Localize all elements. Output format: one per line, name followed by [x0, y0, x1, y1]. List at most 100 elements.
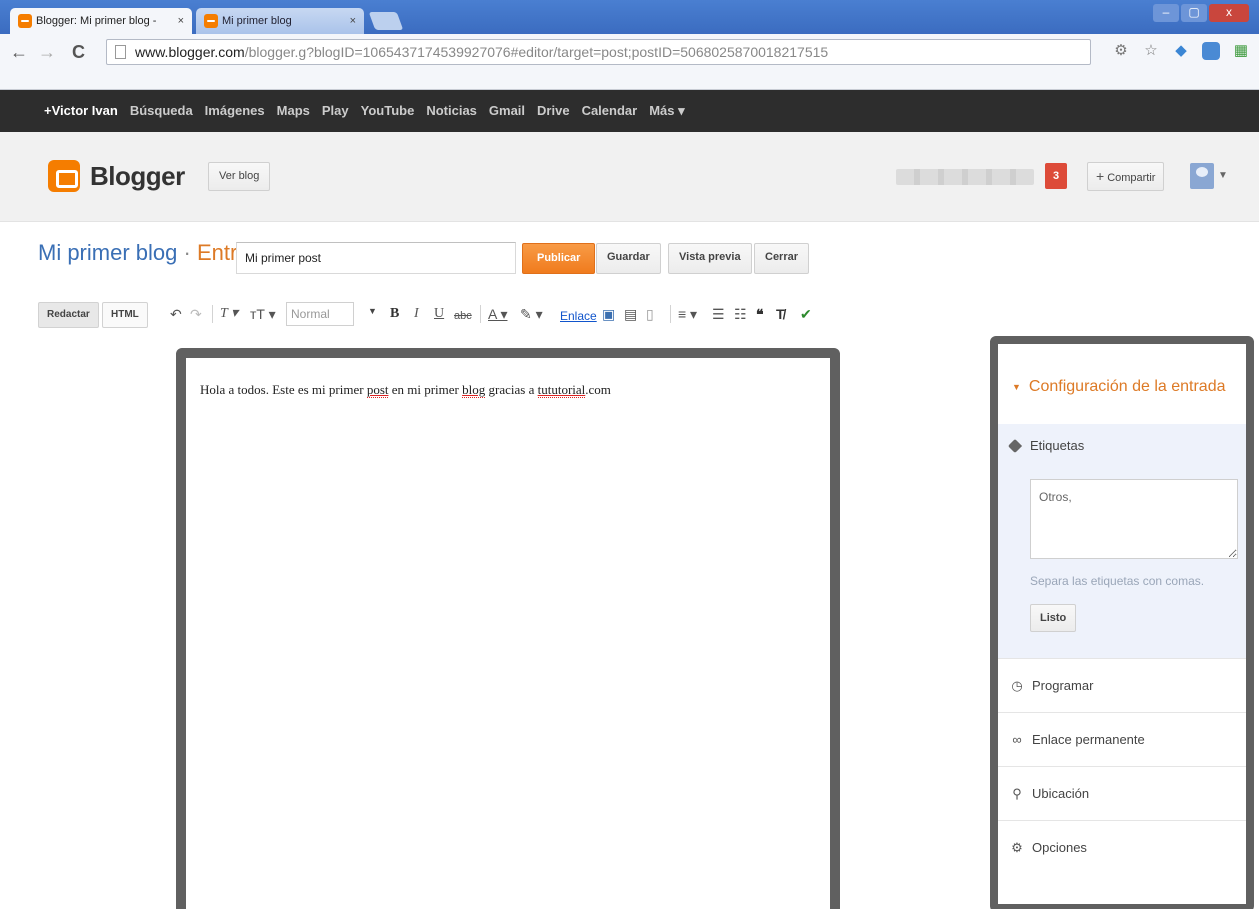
done-button[interactable]: Listo [1030, 604, 1077, 632]
sidebar-item-label: Ubicación [1032, 786, 1090, 801]
blogger-header: Blogger Ver blog 3 + Compartir ▼ [0, 132, 1259, 222]
address-bar[interactable]: www.blogger.com/blogger.g?blogID=1065437… [106, 39, 1091, 65]
reload-icon[interactable]: C [72, 42, 85, 63]
extension-icon[interactable]: ▦ [1232, 42, 1250, 60]
url-host: www.blogger.com [135, 44, 245, 60]
sidebar-item-label: Opciones [1032, 840, 1087, 855]
preview-button[interactable]: Vista previa [668, 243, 752, 274]
insert-video-icon[interactable]: ▤ [624, 305, 637, 323]
gbar-item-youtube[interactable]: YouTube [361, 90, 415, 132]
strikethrough-icon[interactable]: abc [454, 307, 472, 325]
post-body-text: Hola a todos. Este es mi primer [200, 382, 367, 397]
sidebar-item-options[interactable]: ⚙ Opciones [998, 820, 1246, 874]
collapse-triangle-icon: ▼ [1012, 381, 1021, 392]
bookmark-star-icon[interactable]: ☆ [1142, 42, 1160, 60]
bulleted-list-icon[interactable]: ☷ [734, 305, 747, 323]
sidebar-item-schedule[interactable]: ◷ Programar [998, 658, 1246, 712]
insert-jump-break-icon[interactable]: ▯ [646, 305, 654, 323]
avatar[interactable] [1190, 163, 1214, 189]
tab-title: Mi primer blog [222, 15, 292, 27]
italic-icon[interactable]: I [414, 305, 419, 323]
extension-icon[interactable]: ◆ [1172, 42, 1190, 60]
gbar-item-more[interactable]: Más ▾ [649, 90, 684, 132]
labels-textarea[interactable]: Otros, [1030, 479, 1238, 559]
post-settings-sidebar: ▼ Configuración de la entrada Etiquetas O… [990, 336, 1254, 909]
gbar-item-news[interactable]: Noticias [426, 90, 477, 132]
post-title-input[interactable] [236, 242, 516, 274]
extension-icon[interactable]: ⚙ [1112, 42, 1130, 60]
chevron-down-icon[interactable]: ▼ [1218, 170, 1228, 181]
quote-icon[interactable]: ❝ [756, 305, 764, 323]
back-arrow-icon[interactable]: ← [10, 42, 28, 63]
browser-tab-active[interactable]: Blogger: Mi primer blog - × [10, 8, 192, 34]
google-bar: +Victor Ivan Búsqueda Imágenes Maps Play… [0, 90, 1259, 132]
chevron-down-icon[interactable]: ▼ [368, 306, 377, 316]
paragraph-format-select[interactable]: Normal [286, 302, 354, 326]
toolbar-divider [212, 305, 213, 323]
gbar-item-search[interactable]: Búsqueda [130, 90, 193, 132]
save-button[interactable]: Guardar [596, 243, 661, 274]
gear-icon: ⚙ [1011, 839, 1023, 855]
view-blog-button[interactable]: Ver blog [208, 162, 271, 191]
notification-badge[interactable]: 3 [1045, 163, 1067, 189]
spellcheck-icon[interactable]: ✔ [800, 305, 812, 323]
labels-hint: Separa las etiquetas con comas. [1030, 574, 1205, 588]
extension-icons: ⚙ ☆ ◆ ▦ [1112, 42, 1250, 60]
bold-icon[interactable]: B [390, 305, 399, 323]
post-body-editor[interactable]: Hola a todos. Este es mi primer post en … [186, 358, 830, 909]
gbar-item-profile[interactable]: +Victor Ivan [44, 90, 118, 132]
labels-header[interactable]: Etiquetas [1007, 438, 1246, 453]
tab-title: Blogger: Mi primer blog - [36, 15, 157, 27]
share-button[interactable]: + Compartir [1087, 162, 1165, 191]
tab-close-icon[interactable]: × [350, 8, 356, 34]
align-icon[interactable]: ≡ ▾ [678, 305, 697, 323]
url-path: /blogger.g?blogID=1065437174539927076#ed… [244, 44, 829, 60]
font-size-icon[interactable]: ᴛT ▾ [250, 305, 276, 323]
sidebar-item-location[interactable]: ⚲ Ubicación [998, 766, 1246, 820]
gbar-item-gmail[interactable]: Gmail [489, 90, 525, 132]
tab-close-icon[interactable]: × [178, 8, 184, 34]
font-family-icon[interactable]: T ▾ [220, 305, 238, 323]
toolbar-divider [670, 305, 671, 323]
highlight-color-icon[interactable]: ✎ ▾ [520, 305, 543, 323]
blogger-favicon-icon [18, 14, 32, 28]
close-button[interactable]: Cerrar [754, 243, 810, 274]
browser-tab-inactive[interactable]: Mi primer blog × [196, 8, 364, 34]
insert-image-icon[interactable]: ▣ [602, 305, 615, 323]
minimize-button[interactable]: – [1153, 4, 1179, 22]
close-window-button[interactable]: x [1209, 4, 1249, 22]
html-mode-tab[interactable]: HTML [102, 302, 148, 328]
blog-name-link[interactable]: Mi primer blog [38, 240, 177, 265]
redo-icon[interactable]: ↷ [190, 305, 202, 323]
sidebar-item-permalink[interactable]: ∞ Enlace permanente [998, 712, 1246, 766]
gbar-item-maps[interactable]: Maps [277, 90, 310, 132]
forward-arrow-icon[interactable]: → [38, 42, 56, 63]
publish-button[interactable]: Publicar [522, 243, 596, 274]
maximize-button[interactable]: ▢ [1181, 4, 1207, 22]
gbar-item-drive[interactable]: Drive [537, 90, 570, 132]
gbar-item-play[interactable]: Play [322, 90, 349, 132]
gbar-item-images[interactable]: Imágenes [205, 90, 265, 132]
map-pin-icon: ⚲ [1012, 785, 1022, 801]
text-color-icon[interactable]: A ▾ [488, 305, 507, 323]
numbered-list-icon[interactable]: ☰ [712, 305, 725, 323]
post-settings-heading[interactable]: ▼ Configuración de la entrada [998, 344, 1246, 424]
undo-icon[interactable]: ↶ [170, 305, 182, 323]
blogger-logo-icon [48, 160, 80, 192]
labels-section: Etiquetas Otros, Separa las etiquetas co… [998, 424, 1246, 658]
new-tab-button[interactable] [368, 12, 404, 30]
link-button[interactable]: Enlace [560, 307, 597, 325]
breadcrumb-separator: · [177, 240, 197, 265]
sidebar-item-label: Enlace permanente [1032, 732, 1145, 747]
plus-icon: + [1096, 168, 1105, 184]
blurred-account-name [896, 169, 1034, 185]
misspelled-word: tututorial [537, 382, 586, 398]
compose-mode-tab[interactable]: Redactar [38, 302, 99, 328]
underline-icon[interactable]: U [434, 305, 444, 323]
blogger-logo[interactable]: Blogger [48, 160, 185, 192]
clock-icon: ◷ [1011, 677, 1023, 693]
sidebar-item-label: Programar [1032, 678, 1094, 693]
extension-icon[interactable] [1202, 42, 1220, 60]
remove-formatting-icon[interactable]: T̸ [776, 305, 785, 323]
gbar-item-calendar[interactable]: Calendar [582, 90, 638, 132]
